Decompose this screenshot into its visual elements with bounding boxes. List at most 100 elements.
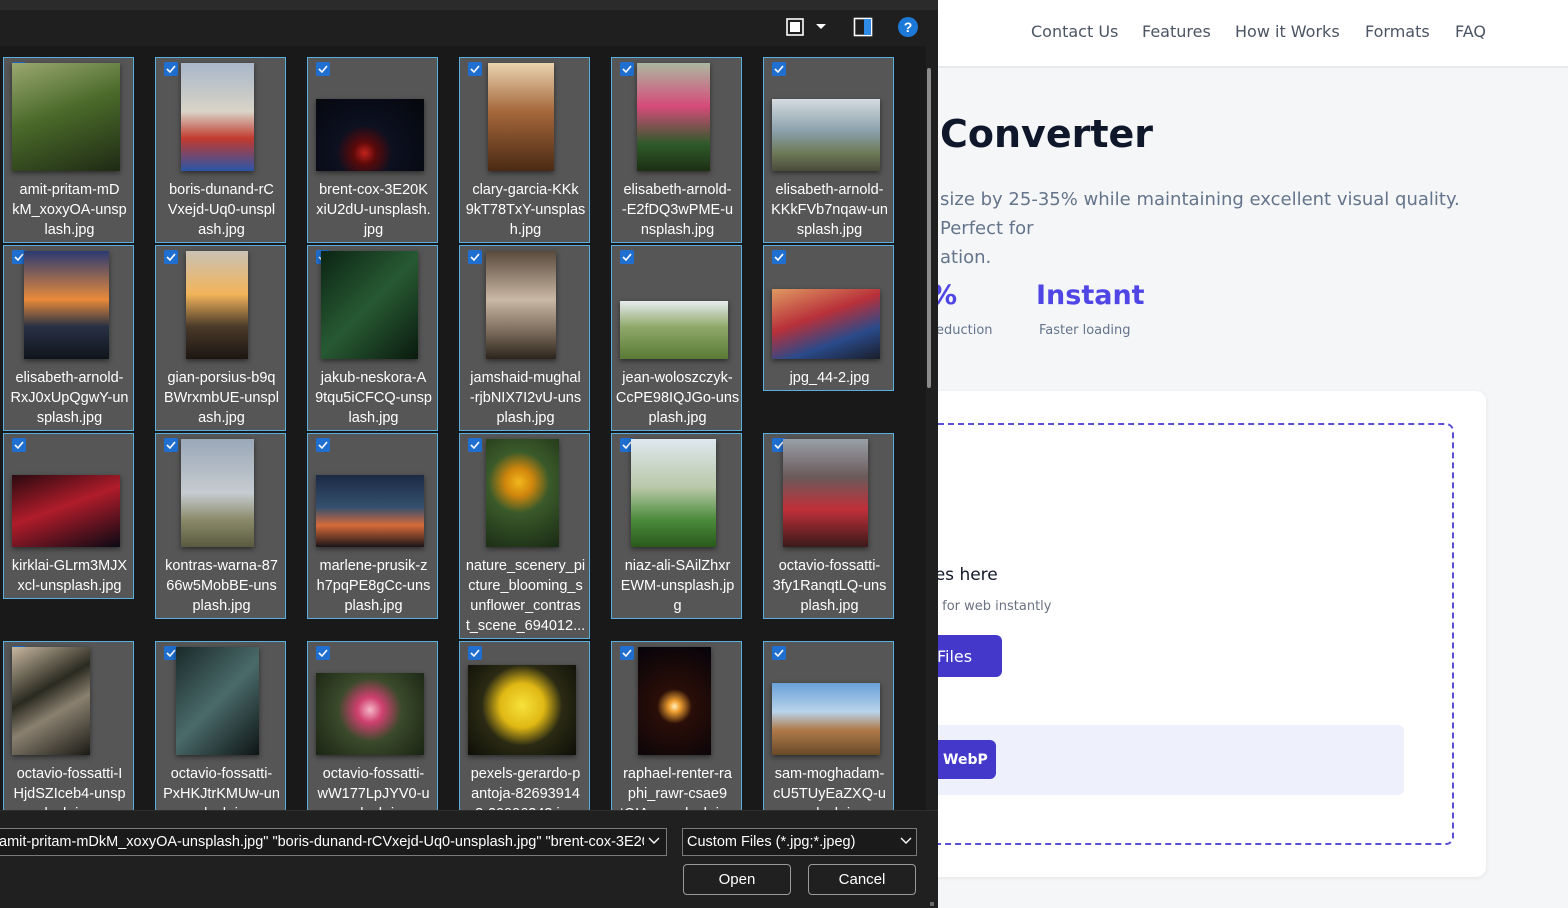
file-tile[interactable]: octavio-fossatti-wW177LpJYV0-unsplash.jp… (307, 641, 438, 831)
hero-subtitle-line-1: size by 25-35% while maintaining excelle… (940, 189, 1460, 239)
file-checkbox[interactable] (164, 438, 178, 452)
file-name-line: elisabeth-arnold- (775, 182, 884, 198)
file-name-line: EWM-unsplash.jp (620, 578, 735, 594)
file-thumbnail (321, 251, 418, 359)
file-thumbnail (486, 439, 559, 547)
dialog-footer (0, 810, 938, 908)
file-tile[interactable]: amit-pritam-mD kM_xoxyOA-unsp lash.jpg (3, 57, 134, 243)
file-name-line: jakub-neskora-A (320, 370, 427, 386)
checkmark-icon (166, 253, 176, 262)
file-name-line: elisabeth-arnold- (623, 182, 732, 198)
file-name-line: kontras-warna-87 (165, 558, 278, 574)
file-name-input[interactable]: amit-pritam-mDkM_xoxyOA-unsplash.jpg" "b… (0, 828, 667, 856)
file-tile[interactable]: raphael-renter-raphi_rawr-csae9tQIA-unsp… (611, 641, 742, 831)
file-tile[interactable]: nature_scenery_pi cture_blooming_s unflowe… (459, 433, 590, 639)
file-tile[interactable]: clary-garcia-KKk 9kT78TxY-unsplas h.jpg (459, 57, 590, 243)
scrollbar-thumb[interactable] (927, 68, 931, 388)
file-name-line: jean-woloszczyk- (622, 370, 733, 386)
file-checkbox[interactable] (468, 250, 482, 264)
file-checkbox[interactable] (620, 646, 634, 660)
checkmark-icon (470, 253, 480, 262)
file-tile[interactable]: octavio-fossatti-PxHKJtrKMUw-unsplash.jp… (155, 641, 286, 831)
file-tile[interactable]: kirklai-GLrm3MJX xcl-unsplash.jpg (3, 433, 134, 599)
nav-features[interactable]: Features (1142, 22, 1211, 41)
file-checkbox[interactable] (164, 62, 178, 76)
file-tile[interactable]: jakub-neskora-A 9tqu5iCFCQ-unsp lash.jpg (307, 245, 438, 431)
chevron-down-icon[interactable] (815, 22, 835, 42)
checkmark-icon (774, 649, 784, 658)
file-checkbox[interactable] (772, 250, 786, 264)
file-checkbox[interactable] (468, 438, 482, 452)
file-name-line: brent-cox-3E20K (319, 182, 428, 198)
view-mode-icon[interactable] (785, 17, 805, 37)
file-type-select[interactable]: Custom Files (*.jpg;*.jpeg) (682, 828, 917, 856)
help-icon[interactable]: ? (898, 17, 918, 37)
file-name-line: amit-pritam-mD (19, 182, 120, 198)
file-name-line: antoja-82693914 (471, 786, 580, 802)
file-checkbox[interactable] (468, 646, 482, 660)
nav-contact-us[interactable]: Contact Us (1031, 22, 1118, 41)
file-thumbnail (620, 301, 728, 359)
file-tile[interactable]: octavio-fossatti- 3fy1RanqtLQ-uns plash.jp… (763, 433, 894, 619)
file-tile[interactable]: niaz-ali-SAilZhxr EWM-unsplash.jp g (611, 433, 742, 619)
cancel-button[interactable]: Cancel (808, 864, 916, 895)
nav-faq[interactable]: FAQ (1455, 22, 1486, 41)
file-tile[interactable]: boris-dunand-rC Vxejd-Uq0-unspl ash.jpg (155, 57, 286, 243)
file-name-label: niaz-ali-SAilZhxr EWM-unsplash.jp g (615, 556, 740, 616)
stat-instant-value: Instant (1036, 280, 1145, 311)
dropzone-title: les here (930, 565, 998, 585)
file-thumbnail (12, 647, 90, 755)
nav-how-it-works[interactable]: How it Works (1235, 22, 1340, 41)
file-checkbox[interactable] (468, 62, 482, 76)
nav-formats[interactable]: Formats (1365, 22, 1430, 41)
file-checkbox[interactable] (772, 646, 786, 660)
file-name-line: ash.jpg (198, 410, 245, 426)
file-name-label: nature_scenery_pi cture_blooming_s unflowe… (463, 556, 588, 636)
file-checkbox[interactable] (12, 438, 26, 452)
file-tile[interactable]: jpg_44-2.jpg (763, 245, 894, 391)
file-checkbox[interactable] (316, 438, 330, 452)
file-name-line: jamshaid-mughal (470, 370, 581, 386)
dropzone-subtitle: e for web instantly (930, 599, 1052, 614)
file-checkbox[interactable] (772, 62, 786, 76)
file-name-line: h.jpg (509, 222, 542, 238)
file-checkbox[interactable] (164, 250, 178, 264)
file-name-line: nsplash.jpg (640, 222, 715, 238)
file-checkbox[interactable] (620, 62, 634, 76)
open-button[interactable]: Open (683, 864, 791, 895)
file-tile[interactable]: elisabeth-arnold- -E2fDQ3wPME-u nsplash.jp… (611, 57, 742, 243)
checkmark-icon (166, 65, 176, 74)
checkmark-icon (14, 253, 24, 262)
file-tile[interactable]: pexels-gerardo-pantoja-826939143-2099634… (459, 641, 590, 831)
file-name-line: nature_scenery_pi (465, 558, 586, 574)
file-name-line: wW177LpJYV0-u (317, 786, 430, 802)
file-tile[interactable]: elisabeth-arnold- KKkFVb7nqaw-un splash.jp… (763, 57, 894, 243)
file-thumbnail (24, 251, 109, 359)
resize-grip[interactable] (930, 902, 934, 906)
file-name-line: kM_xoxyOA-unsp (12, 202, 127, 218)
file-open-dialog: ? amit-pritam-mD kM_xoxyOA-unsp lash.jpg bo… (0, 0, 938, 908)
file-name-dropdown-icon[interactable] (648, 836, 660, 846)
preview-pane-icon[interactable] (853, 17, 873, 37)
file-name-label: clary-garcia-KKk 9kT78TxY-unsplas h.jpg (463, 180, 588, 240)
file-tile[interactable]: jean-woloszczyk- CcPE98IQJGo-uns plash.jpg (611, 245, 742, 431)
file-tile[interactable]: jamshaid-mughal -rjbNIX7I2vU-uns plash.jpg (459, 245, 590, 431)
file-thumbnail (488, 63, 554, 171)
file-tile[interactable]: brent-cox-3E20K xiU2dU-unsplash. jpg (307, 57, 438, 243)
file-name-line: plash.jpg (344, 598, 403, 614)
file-tile[interactable]: sam-moghadam-cU5TUyEaZXQ-unsplash.jpg (763, 641, 894, 831)
file-tile[interactable]: kontras-warna-87 66w5MobBE-uns plash.jpg (155, 433, 286, 619)
file-name-line: -E2fDQ3wPME-u (621, 202, 734, 218)
file-checkbox[interactable] (316, 646, 330, 660)
file-checkbox[interactable] (620, 250, 634, 264)
file-name-line: octavio-fossatti- (170, 766, 273, 782)
file-tile[interactable]: elisabeth-arnold- RxJ0xUpQgwY-un splash.jp… (3, 245, 134, 431)
file-name-line: h7pqPE8gCc-uns (316, 578, 431, 594)
file-type-dropdown-icon[interactable] (900, 836, 912, 846)
file-tile[interactable]: marlene-prusik-z h7pqPE8gCc-uns plash.jpg (307, 433, 438, 619)
file-name-label: kontras-warna-87 66w5MobBE-uns plash.jpg (159, 556, 284, 616)
file-tile[interactable]: octavio-fossatti-IHjdSZIceb4-unsplash.jp… (3, 641, 134, 831)
file-tile[interactable]: gian-porsius-b9q BWrxmbUE-unspl ash.jpg (155, 245, 286, 431)
file-checkbox[interactable] (316, 62, 330, 76)
checkmark-icon (470, 65, 480, 74)
